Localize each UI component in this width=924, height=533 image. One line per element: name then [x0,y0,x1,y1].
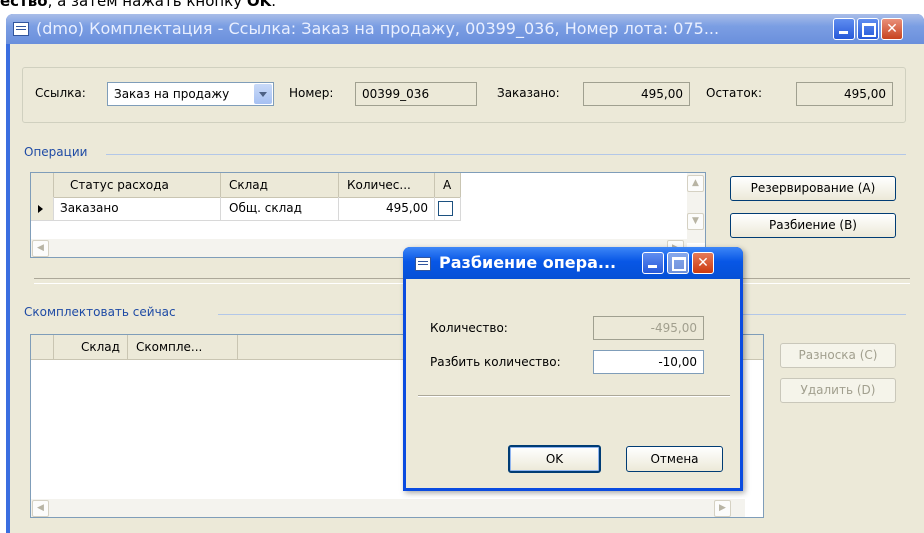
ordered-label: Заказано: [497,86,560,100]
a-checkbox[interactable] [438,201,453,216]
col-quantity[interactable]: Количес... [339,173,435,197]
pick-now-hscroll[interactable]: ◀ ▶ [31,499,745,517]
close-button[interactable]: ✕ [881,18,903,40]
number-field[interactable]: 00399_036 [355,82,477,106]
scroll-up-icon[interactable]: ▲ [687,175,704,192]
dialog-minimize-button[interactable] [642,252,664,274]
ref-type-select[interactable]: Заказ на продажу [107,82,274,106]
cell-warehouse[interactable]: Общ. склад [221,197,339,220]
number-value: 00399_036 [362,87,430,101]
col-warehouse[interactable]: Склад [54,335,128,359]
number-label: Номер: [289,86,334,100]
operations-section-title: Операции [24,145,88,159]
remain-field[interactable]: 495,00 [796,82,893,106]
scroll-left-icon[interactable]: ◀ [32,240,49,257]
dialog-qty-field[interactable]: -495,00 [593,316,704,340]
operations-section-rule [106,154,906,155]
close-icon: ✕ [697,255,709,271]
dialog-qty-label: Количество: [430,321,508,335]
reserve-button[interactable]: Резервирование (A) [730,176,896,201]
minimize-button[interactable] [833,18,855,40]
remain-label: Остаток: [706,86,763,100]
remain-value: 495,00 [844,87,886,101]
table-row[interactable]: Заказано Общ. склад 495,00 [31,197,461,221]
caption-ok-word: OK [246,0,272,10]
scroll-down-icon[interactable]: ▼ [687,213,704,230]
pick-now-section-title: Скомплектовать сейчас [24,305,176,319]
ref-label: Ссылка: [35,86,86,100]
ordered-value: 495,00 [641,87,683,101]
split-dialog: Разбиение опера... ✕ Количество: -495,00… [403,247,743,491]
col-picked[interactable]: Скомпле... [128,335,238,359]
maximize-button[interactable] [857,18,879,40]
ref-type-value: Заказ на продажу [114,87,230,101]
chevron-down-icon[interactable] [254,84,272,104]
cell-quantity[interactable]: 495,00 [339,197,435,220]
minimize-icon [643,253,663,273]
ok-button[interactable]: OK [508,445,601,473]
main-titlebar[interactable]: (dmo) Комплектация - Ссылка: Заказ на пр… [6,14,924,44]
caption-text: , а затем нажать кнопку [47,0,247,10]
minimize-icon [834,19,854,39]
operations-grid-header: Статус расхода Склад Количес... А [31,173,461,198]
dialog-maximize-button[interactable] [667,252,689,274]
row-selector-header [31,335,54,359]
close-icon: ✕ [886,21,898,37]
window-title: (dmo) Комплектация - Ссылка: Заказ на пр… [36,19,720,38]
col-warehouse[interactable]: Склад [221,173,339,197]
row-selector[interactable] [31,197,54,220]
split-button[interactable]: Разбиение (B) [730,213,896,238]
current-row-icon [38,205,43,213]
operations-grid[interactable]: Статус расхода Склад Количес... А Заказа… [30,172,706,258]
dialog-form-icon [415,257,431,271]
caption-end: . [271,0,277,10]
instruction-caption: ество, а затем нажать кнопку OK. [0,0,276,10]
dialog-client-area: Количество: -495,00 Разбить количество: … [406,279,740,488]
dialog-separator [418,395,730,397]
scroll-left-icon[interactable]: ◀ [32,500,49,517]
maximize-icon [668,253,688,273]
row-selector-header [31,173,54,197]
post-button[interactable]: Разноска (C) [780,343,896,368]
operations-vscroll[interactable]: ▲ ▼ [687,173,705,243]
reference-group: Ссылка: Заказ на продажу Номер: 00399_03… [22,67,906,123]
dialog-close-button[interactable]: ✕ [692,252,714,274]
dialog-split-label: Разбить количество: [430,355,561,369]
ordered-field[interactable]: 495,00 [583,82,690,106]
cell-a[interactable] [435,197,461,220]
caption-bold-word: ество [0,0,48,10]
dialog-title: Разбиение опера... [439,253,617,272]
dialog-qty-value: -495,00 [650,321,697,335]
split-quantity-input[interactable]: -10,00 [593,350,704,374]
split-quantity-value: -10,00 [658,355,697,369]
scroll-right-icon[interactable]: ▶ [714,500,731,517]
cell-status[interactable]: Заказано [54,197,221,220]
delete-button[interactable]: Удалить (D) [780,378,896,403]
col-a[interactable]: А [435,173,461,197]
dialog-titlebar[interactable]: Разбиение опера... ✕ [403,247,743,279]
maximize-icon [858,19,878,39]
cancel-button[interactable]: Отмена [626,446,723,472]
col-status[interactable]: Статус расхода [54,173,221,197]
window-form-icon [13,22,29,36]
